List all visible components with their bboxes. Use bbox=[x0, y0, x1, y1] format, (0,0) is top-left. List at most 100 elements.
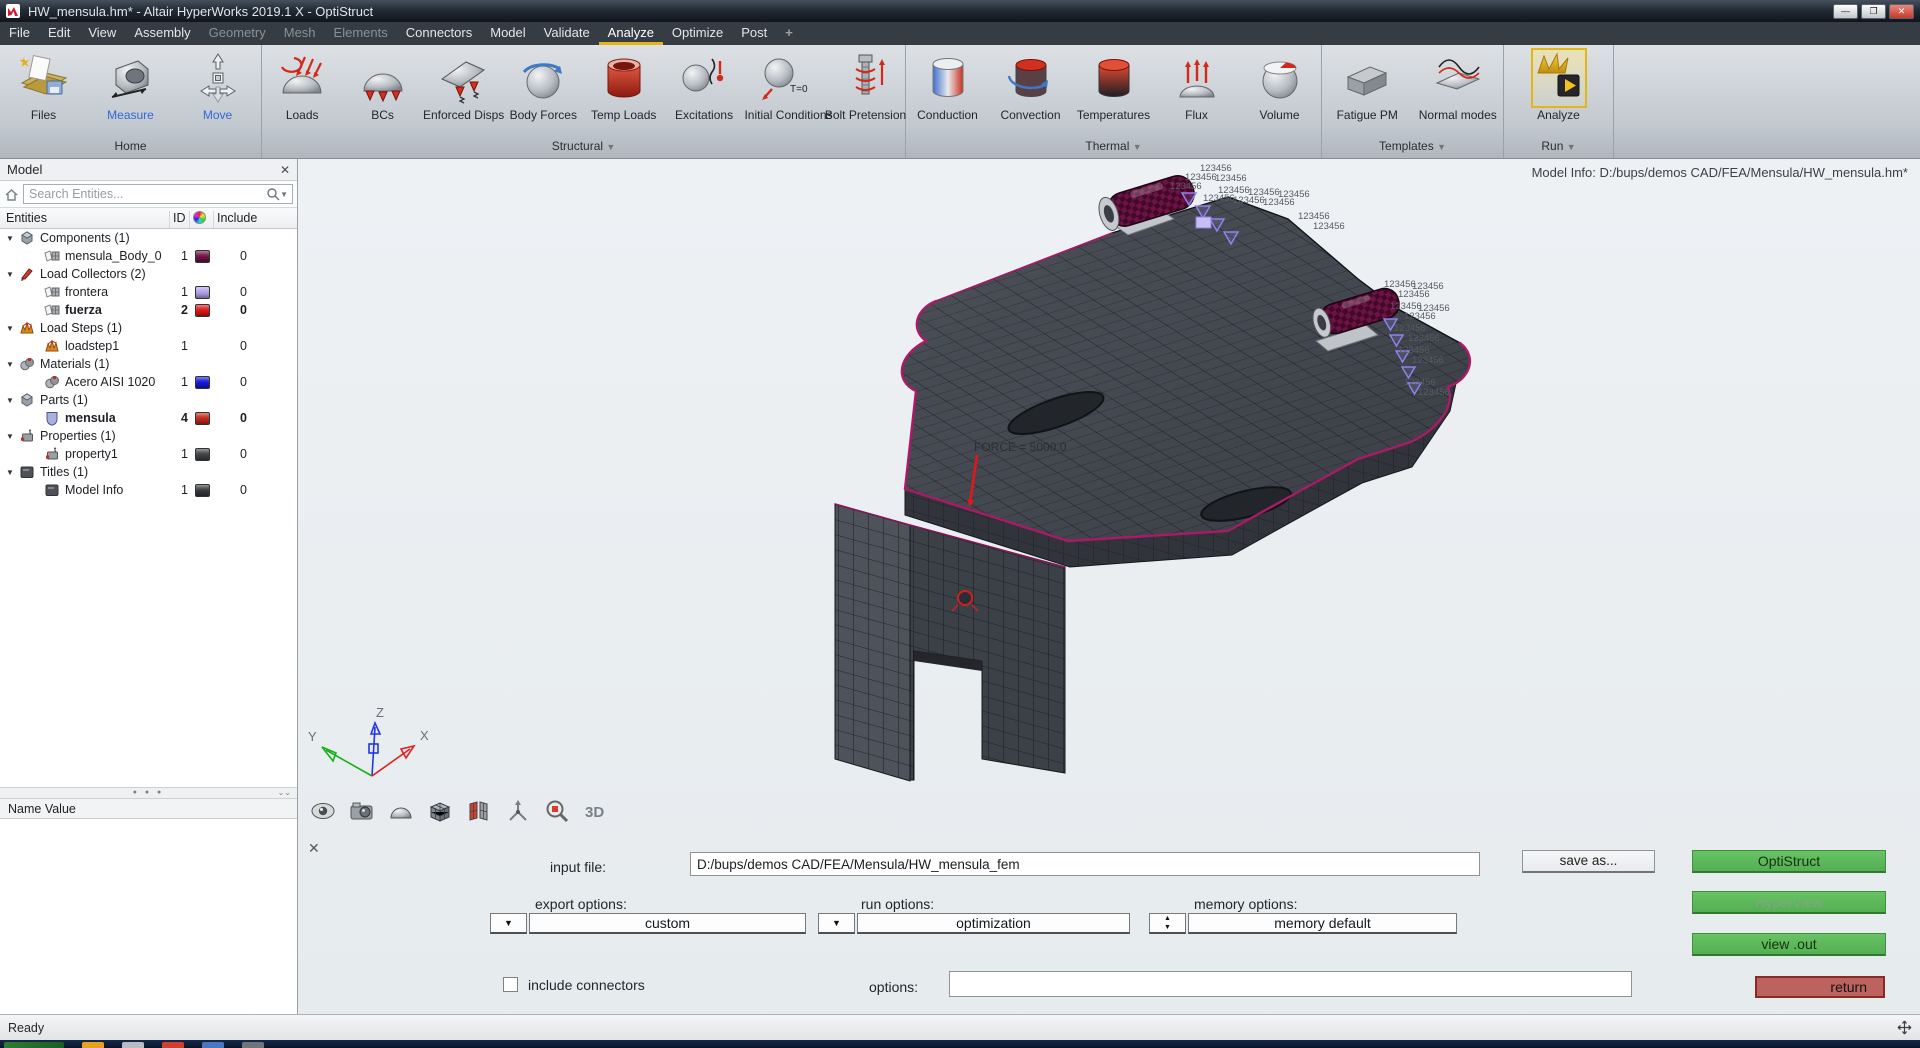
menu-post[interactable]: Post bbox=[732, 22, 776, 45]
menu-add-page[interactable]: + bbox=[776, 22, 802, 45]
collapse-arrows-icon[interactable]: ⌄⌄ bbox=[278, 788, 291, 798]
tree-row-parts[interactable]: ▼Parts (1) bbox=[0, 391, 297, 409]
view-camera-icon[interactable] bbox=[349, 798, 375, 824]
tree-row-material[interactable]: Acero AISI 102010 bbox=[0, 373, 297, 391]
tree-row-properties[interactable]: ▼Properties (1) bbox=[0, 427, 297, 445]
save-as-button[interactable]: save as... bbox=[1522, 850, 1655, 873]
tree-row-load-collector[interactable]: fuerza20 bbox=[0, 301, 297, 319]
column-include[interactable]: Include bbox=[217, 211, 257, 225]
collapse-caret-icon[interactable]: ▼ bbox=[6, 324, 15, 333]
menu-model[interactable]: Model bbox=[481, 22, 534, 45]
taskbar-item[interactable] bbox=[202, 1042, 224, 1048]
tool-loads[interactable]: Loads bbox=[262, 48, 342, 122]
tree-row-materials[interactable]: ▼Materials (1) bbox=[0, 355, 297, 373]
tool-files[interactable]: Files bbox=[4, 48, 84, 122]
color-swatch[interactable] bbox=[195, 286, 210, 299]
column-entities[interactable]: Entities bbox=[6, 211, 47, 225]
tool-normal-modes[interactable]: Normal modes bbox=[1418, 48, 1498, 122]
tool-temperatures[interactable]: Temperatures bbox=[1074, 48, 1154, 122]
search-options-caret[interactable]: ▼ bbox=[280, 190, 288, 199]
tree-row-property[interactable]: property110 bbox=[0, 445, 297, 463]
options-field[interactable] bbox=[949, 971, 1632, 997]
view-eye-icon[interactable] bbox=[310, 798, 336, 824]
include-connectors-checkbox[interactable] bbox=[503, 977, 518, 992]
tool-body-forces[interactable]: Body Forces bbox=[503, 48, 583, 122]
run-options-caret[interactable]: ▼ bbox=[818, 913, 855, 934]
input-file-field[interactable] bbox=[690, 852, 1480, 876]
collapse-caret-icon[interactable]: ▼ bbox=[6, 270, 15, 279]
memory-options-stepper[interactable]: ▲▼ bbox=[1149, 913, 1186, 934]
return-button[interactable]: return bbox=[1755, 976, 1885, 998]
panel-splitter[interactable]: ● ● ●⌄⌄ bbox=[0, 787, 297, 799]
taskbar-item[interactable] bbox=[162, 1042, 184, 1048]
menu-mesh[interactable]: Mesh bbox=[275, 22, 325, 45]
menu-optimize[interactable]: Optimize bbox=[663, 22, 732, 45]
column-id[interactable]: ID bbox=[173, 211, 186, 225]
tree-row-load-step[interactable]: loadstep110 bbox=[0, 337, 297, 355]
tree-row-part[interactable]: mensula40 bbox=[0, 409, 297, 427]
collapse-caret-icon[interactable]: ▼ bbox=[6, 396, 15, 405]
menu-edit[interactable]: Edit bbox=[39, 22, 79, 45]
tool-excitations[interactable]: Excitations bbox=[664, 48, 744, 122]
view-wireframe-icon[interactable] bbox=[505, 798, 531, 824]
panel-close-icon[interactable]: ✕ bbox=[280, 163, 290, 177]
tool-bolt-pretension[interactable]: Bolt Pretension bbox=[825, 48, 905, 122]
color-swatch[interactable] bbox=[195, 376, 210, 389]
run-options-select[interactable]: optimization bbox=[857, 913, 1130, 934]
menu-view[interactable]: View bbox=[79, 22, 125, 45]
move-panel-icon[interactable] bbox=[1897, 1020, 1912, 1035]
color-swatch[interactable] bbox=[195, 484, 210, 497]
tool-flux[interactable]: Flux bbox=[1157, 48, 1237, 122]
menu-validate[interactable]: Validate bbox=[535, 22, 599, 45]
hyperview-button[interactable]: HyperView bbox=[1692, 891, 1886, 914]
tree-row-component[interactable]: mensula_Body_010 bbox=[0, 247, 297, 265]
menu-assembly[interactable]: Assembly bbox=[125, 22, 199, 45]
search-icon[interactable] bbox=[266, 187, 280, 201]
tool-measure[interactable]: Measure bbox=[91, 48, 171, 122]
memory-options-select[interactable]: memory default bbox=[1188, 913, 1457, 934]
tree-row-titles[interactable]: ▼Titles (1) bbox=[0, 463, 297, 481]
search-input[interactable] bbox=[24, 187, 266, 201]
tool-analyze[interactable]: Analyze bbox=[1519, 48, 1599, 122]
color-column-icon[interactable] bbox=[193, 211, 206, 224]
menu-connectors[interactable]: Connectors bbox=[397, 22, 481, 45]
tool-fatigue-pm[interactable]: Fatigue PM bbox=[1327, 48, 1407, 122]
optistruct-button[interactable]: OptiStruct bbox=[1692, 850, 1886, 873]
minimize-button[interactable]: — bbox=[1833, 4, 1858, 19]
tool-volume[interactable]: Volume bbox=[1240, 48, 1320, 122]
viewport-3d-canvas[interactable]: FORCE = 5000.0 123456123456 123456123456… bbox=[298, 159, 1920, 1014]
tool-move[interactable]: Move bbox=[178, 48, 258, 122]
tree-row-components[interactable]: ▼Components (1) bbox=[0, 229, 297, 247]
close-button[interactable]: ✕ bbox=[1889, 4, 1914, 19]
collapse-caret-icon[interactable]: ▼ bbox=[6, 360, 15, 369]
group-label-run[interactable]: Run ▼ bbox=[1504, 139, 1613, 158]
home-icon[interactable] bbox=[4, 187, 19, 202]
view-zoom-icon[interactable] bbox=[544, 798, 570, 824]
panel-close-icon[interactable]: ✕ bbox=[308, 840, 320, 857]
menu-geometry[interactable]: Geometry bbox=[200, 22, 275, 45]
color-swatch[interactable] bbox=[195, 448, 210, 461]
collapse-caret-icon[interactable]: ▼ bbox=[6, 234, 15, 243]
tool-temp-loads[interactable]: Temp Loads bbox=[584, 48, 664, 122]
tool-convection[interactable]: Convection bbox=[991, 48, 1071, 122]
maximize-button[interactable]: ❐ bbox=[1861, 4, 1886, 19]
group-label-thermal[interactable]: Thermal ▼ bbox=[906, 139, 1321, 158]
model-tab[interactable]: Model ✕ bbox=[0, 159, 297, 181]
view-shaded-icon[interactable] bbox=[388, 798, 414, 824]
collapse-caret-icon[interactable]: ▼ bbox=[6, 432, 15, 441]
collapse-caret-icon[interactable]: ▼ bbox=[6, 468, 15, 477]
taskbar-start-fragment[interactable] bbox=[4, 1042, 64, 1048]
export-options-select[interactable]: custom bbox=[529, 913, 806, 934]
tool-conduction[interactable]: Conduction bbox=[908, 48, 988, 122]
view-3d-icon[interactable]: 3D bbox=[583, 798, 609, 824]
view-out-button[interactable]: view .out bbox=[1692, 933, 1886, 956]
tool-bcs[interactable]: BCs bbox=[343, 48, 423, 122]
windows-taskbar[interactable] bbox=[0, 1040, 1920, 1048]
color-swatch[interactable] bbox=[195, 250, 210, 263]
view-panels-icon[interactable] bbox=[466, 798, 492, 824]
taskbar-item[interactable] bbox=[122, 1042, 144, 1048]
tool-initial-conditions[interactable]: T=0Initial Conditions bbox=[744, 48, 824, 122]
view-mesh-cube-icon[interactable] bbox=[427, 798, 453, 824]
tool-enforced-disps[interactable]: Enforced Disps bbox=[423, 48, 503, 122]
menu-analyze[interactable]: Analyze bbox=[599, 22, 663, 45]
